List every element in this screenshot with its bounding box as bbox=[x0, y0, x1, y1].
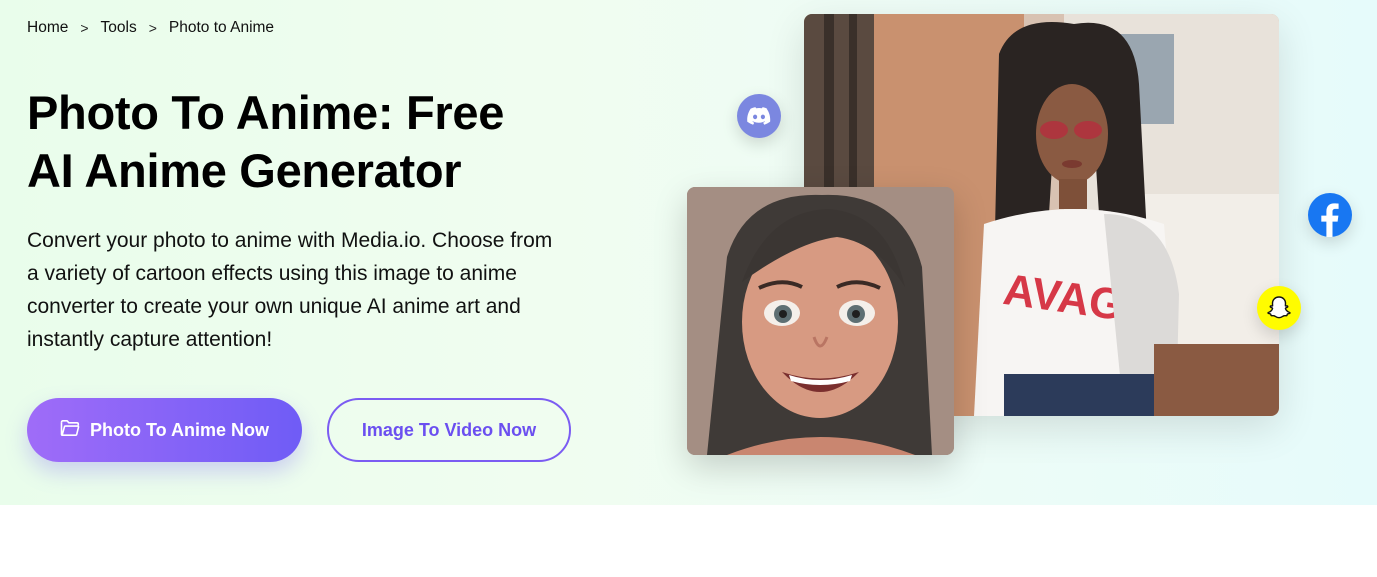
discord-icon[interactable] bbox=[737, 94, 781, 138]
breadcrumb-home-link[interactable]: Home bbox=[27, 19, 68, 37]
breadcrumb-current-page: Photo to Anime bbox=[168, 19, 275, 36]
anime-result-example bbox=[687, 187, 954, 455]
snapchat-icon[interactable] bbox=[1257, 286, 1301, 330]
hero-description: Convert your photo to anime with Media.i… bbox=[27, 229, 553, 351]
photo-to-anime-button[interactable]: Photo To Anime Now bbox=[27, 398, 302, 462]
breadcrumb-tools-link[interactable]: Tools bbox=[101, 19, 137, 37]
hero-section: Home > Tools > Photo to Anime Photo To A… bbox=[0, 0, 1377, 505]
breadcrumb-separator: > bbox=[80, 20, 89, 36]
page-title-line-1: Photo To Anime: Free bbox=[27, 86, 505, 139]
photo-to-anime-button-label: Photo To Anime Now bbox=[90, 419, 269, 440]
folder-open-icon bbox=[60, 419, 80, 442]
breadcrumb-separator: > bbox=[148, 20, 157, 36]
page-title: Photo To Anime: Free AI Anime Generator bbox=[27, 84, 587, 200]
facebook-icon[interactable] bbox=[1308, 193, 1352, 237]
page-title-line-2: AI Anime Generator bbox=[27, 144, 462, 197]
breadcrumb: Home > Tools > Photo to Anime bbox=[27, 19, 274, 37]
image-to-video-button-label: Image To Video Now bbox=[361, 419, 537, 440]
image-to-video-button[interactable]: Image To Video Now bbox=[327, 398, 571, 462]
